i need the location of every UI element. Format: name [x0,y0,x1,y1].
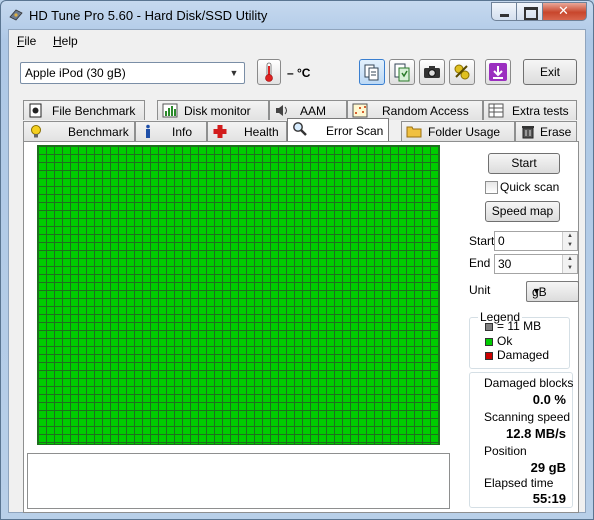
options-button[interactable] [449,59,475,85]
block-size-swatch [485,323,493,331]
position-label: Position [484,444,527,458]
elapsed-time-label: Elapsed time [484,476,554,490]
menu-help[interactable]: Help [53,34,78,48]
save-document-icon [394,63,410,82]
tab-row-top: File Benchmark Disk monitor AAM Random A… [23,100,577,120]
speaker-icon [276,105,287,116]
elapsed-time-value: 55:19 [532,491,566,506]
camera-icon [424,66,440,78]
tab-benchmark[interactable]: Benchmark [23,121,135,141]
tab-info[interactable]: Info [135,121,207,141]
random-access-icon [352,103,368,118]
tab-erase[interactable]: Erase [515,121,577,141]
end-position-label: End [469,256,491,270]
start-position-stepper[interactable]: 0 ▲ ▼ [494,231,578,251]
spin-down-icon[interactable]: ▼ [563,264,577,273]
exit-button[interactable]: Exit [523,59,577,85]
maximize-icon[interactable] [517,2,543,21]
close-icon[interactable] [543,2,587,21]
save-button[interactable] [389,59,415,85]
tab-row-bottom: Benchmark Info Health Error Scan Folder … [23,118,577,141]
spin-up-icon[interactable]: ▲ [563,255,577,264]
speed-map-button[interactable]: Speed map [485,201,560,222]
tab-folder-usage[interactable]: Folder Usage [401,121,515,141]
start-scan-button[interactable]: Start [488,153,560,174]
error-scan-panel: Start Quick scan Speed map Start 0 ▲ ▼ En… [23,141,579,513]
app-window: HD Tune Pro 5.60 - Hard Disk/SSD Utility… [0,0,594,520]
app-logo-icon [9,9,23,21]
tab-extra-tests[interactable]: Extra tests [483,100,577,120]
title-bar[interactable]: HD Tune Pro 5.60 - Hard Disk/SSD Utility [1,1,593,29]
tab-file-benchmark[interactable]: File Benchmark [23,100,145,120]
toolbar: Apple iPod (30 gB) ▼ – °C Exit [9,52,585,94]
copy-info-button[interactable] [359,59,385,85]
disk-monitor-icon [162,103,178,118]
tab-disk-monitor[interactable]: Disk monitor [157,100,269,120]
lightbulb-icon [31,125,41,138]
damaged-blocks-value: 0.0 % [532,392,566,407]
magnifier-icon [293,122,307,136]
trash-icon [522,126,534,139]
drive-select-value: Apple iPod (30 gB) [25,66,126,80]
screenshot-button[interactable] [419,59,445,85]
menu-file[interactable]: File [17,34,36,48]
options-tools-icon [454,64,470,80]
end-position-stepper[interactable]: 30 ▲ ▼ [494,254,578,274]
thermometer-icon [257,59,281,85]
unit-label: Unit [469,283,491,297]
damaged-swatch [485,352,493,360]
spin-down-icon[interactable]: ▼ [563,241,577,250]
tab-health[interactable]: Health [207,121,287,141]
client-area: File Help Apple iPod (30 gB) ▼ – °C Exit… [8,29,586,513]
scan-block-map [37,145,440,445]
scanning-speed-label: Scanning speed [484,410,571,424]
quick-scan-checkbox[interactable] [485,181,498,194]
folder-icon [406,126,422,138]
tab-aam[interactable]: AAM [269,100,347,120]
tab-error-scan[interactable]: Error Scan [287,118,389,141]
download-button[interactable] [485,59,511,85]
position-value: 29 gB [530,460,566,475]
block-size-label: = 11 MB [497,319,542,333]
window-controls [491,2,587,21]
spin-up-icon[interactable]: ▲ [563,232,577,241]
temperature-readout: – °C [287,66,311,80]
window-title: HD Tune Pro 5.60 - Hard Disk/SSD Utility [29,8,268,23]
chevron-down-icon: ▼ [532,286,541,296]
drive-select[interactable]: Apple iPod (30 gB) ▼ [20,62,245,84]
health-cross-icon [213,125,227,138]
end-position-value: 30 [498,257,512,271]
ok-swatch [485,338,493,346]
copy-icon [364,64,379,81]
chevron-down-icon[interactable]: ▼ [226,65,242,81]
info-icon [146,124,150,138]
file-benchmark-icon [29,103,42,118]
tab-random-access[interactable]: Random Access [347,100,483,120]
download-arrow-icon [489,63,507,81]
start-position-label: Start [469,234,495,248]
quick-scan-label: Quick scan [500,180,560,194]
scan-log-box[interactable] [27,453,450,509]
damaged-blocks-label: Damaged blocks [484,376,574,390]
unit-select[interactable]: gB ▼ [526,281,579,302]
scanning-speed-value: 12.8 MB/s [506,426,566,441]
extra-tests-icon [488,103,504,118]
minimize-icon[interactable] [491,2,517,21]
damaged-label: Damaged [497,348,550,362]
ok-label: Ok [497,334,513,348]
menu-bar: File Help [9,30,585,52]
start-position-value: 0 [498,234,505,248]
